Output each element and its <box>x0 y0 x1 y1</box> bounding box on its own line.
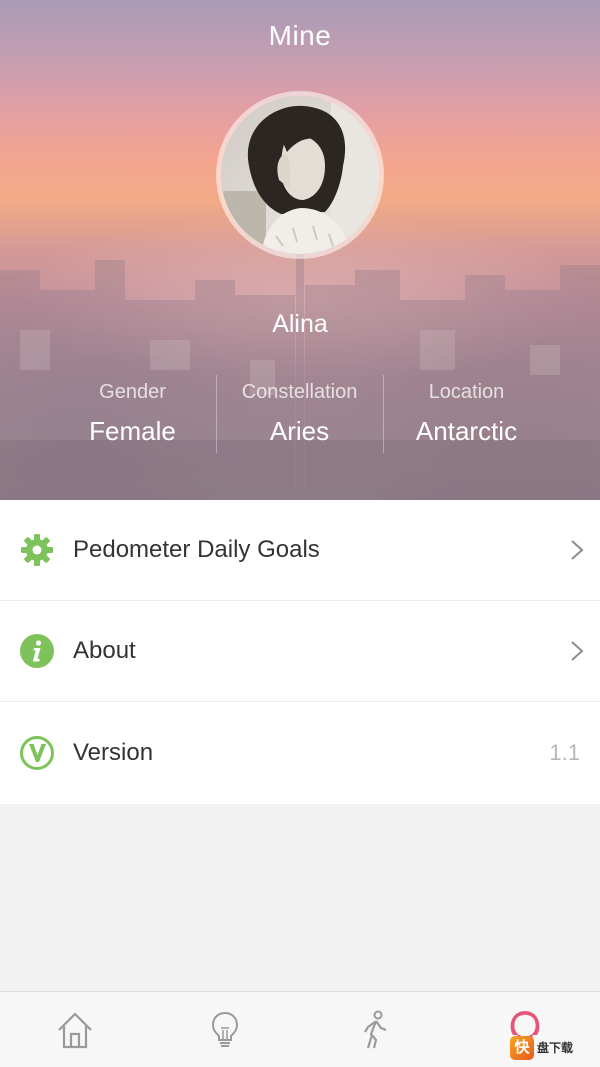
avatar[interactable] <box>216 91 384 259</box>
stat-value: Aries <box>269 416 330 446</box>
watermark-glyph: 快 <box>510 1036 534 1060</box>
version-number: 1.1 <box>549 740 580 765</box>
chevron-right-icon <box>571 540 584 560</box>
stat-label: Location <box>428 381 505 403</box>
stat-location: Location Antarctic <box>383 375 550 453</box>
chevron-right-icon <box>571 641 584 661</box>
settings-menu: Pedometer Daily Goals About Version 1.1 <box>0 500 600 804</box>
lightbulb-icon <box>211 1011 239 1047</box>
gear-icon <box>21 534 53 566</box>
avatar-photo <box>221 96 379 254</box>
stat-label: Constellation <box>241 381 358 403</box>
stat-value: Antarctic <box>415 416 518 446</box>
menu-item-pedometer-goals[interactable]: Pedometer Daily Goals <box>0 500 600 601</box>
menu-item-label: Pedometer Daily Goals <box>73 536 320 563</box>
tab-tips[interactable] <box>150 992 300 1067</box>
watermark-text: 盘下载 <box>537 1040 574 1055</box>
info-icon <box>20 634 54 668</box>
version-v-icon <box>20 736 54 770</box>
tab-walk[interactable] <box>300 992 450 1067</box>
menu-item-label: Version <box>73 739 154 766</box>
home-icon <box>58 1012 92 1049</box>
page-title: Mine <box>268 20 332 51</box>
menu-item-label: About <box>73 637 136 664</box>
username: Alina <box>272 310 328 338</box>
menu-item-version[interactable]: Version 1.1 <box>0 702 600 804</box>
profile-header: Mine Alina Gender Female Constellation A… <box>0 0 600 500</box>
stat-value: Female <box>89 416 176 446</box>
site-watermark-logo: 快 盘下载 <box>510 1034 596 1062</box>
profile-stats: Gender Female Constellation Aries Locati… <box>49 375 550 453</box>
stat-constellation: Constellation Aries <box>216 375 383 453</box>
tab-home[interactable] <box>0 992 150 1067</box>
menu-item-about[interactable]: About <box>0 601 600 702</box>
stat-gender: Gender Female <box>49 375 216 453</box>
stat-label: Gender <box>99 381 166 403</box>
avatar-portrait-image <box>221 96 379 254</box>
walking-person-icon <box>364 1010 387 1049</box>
